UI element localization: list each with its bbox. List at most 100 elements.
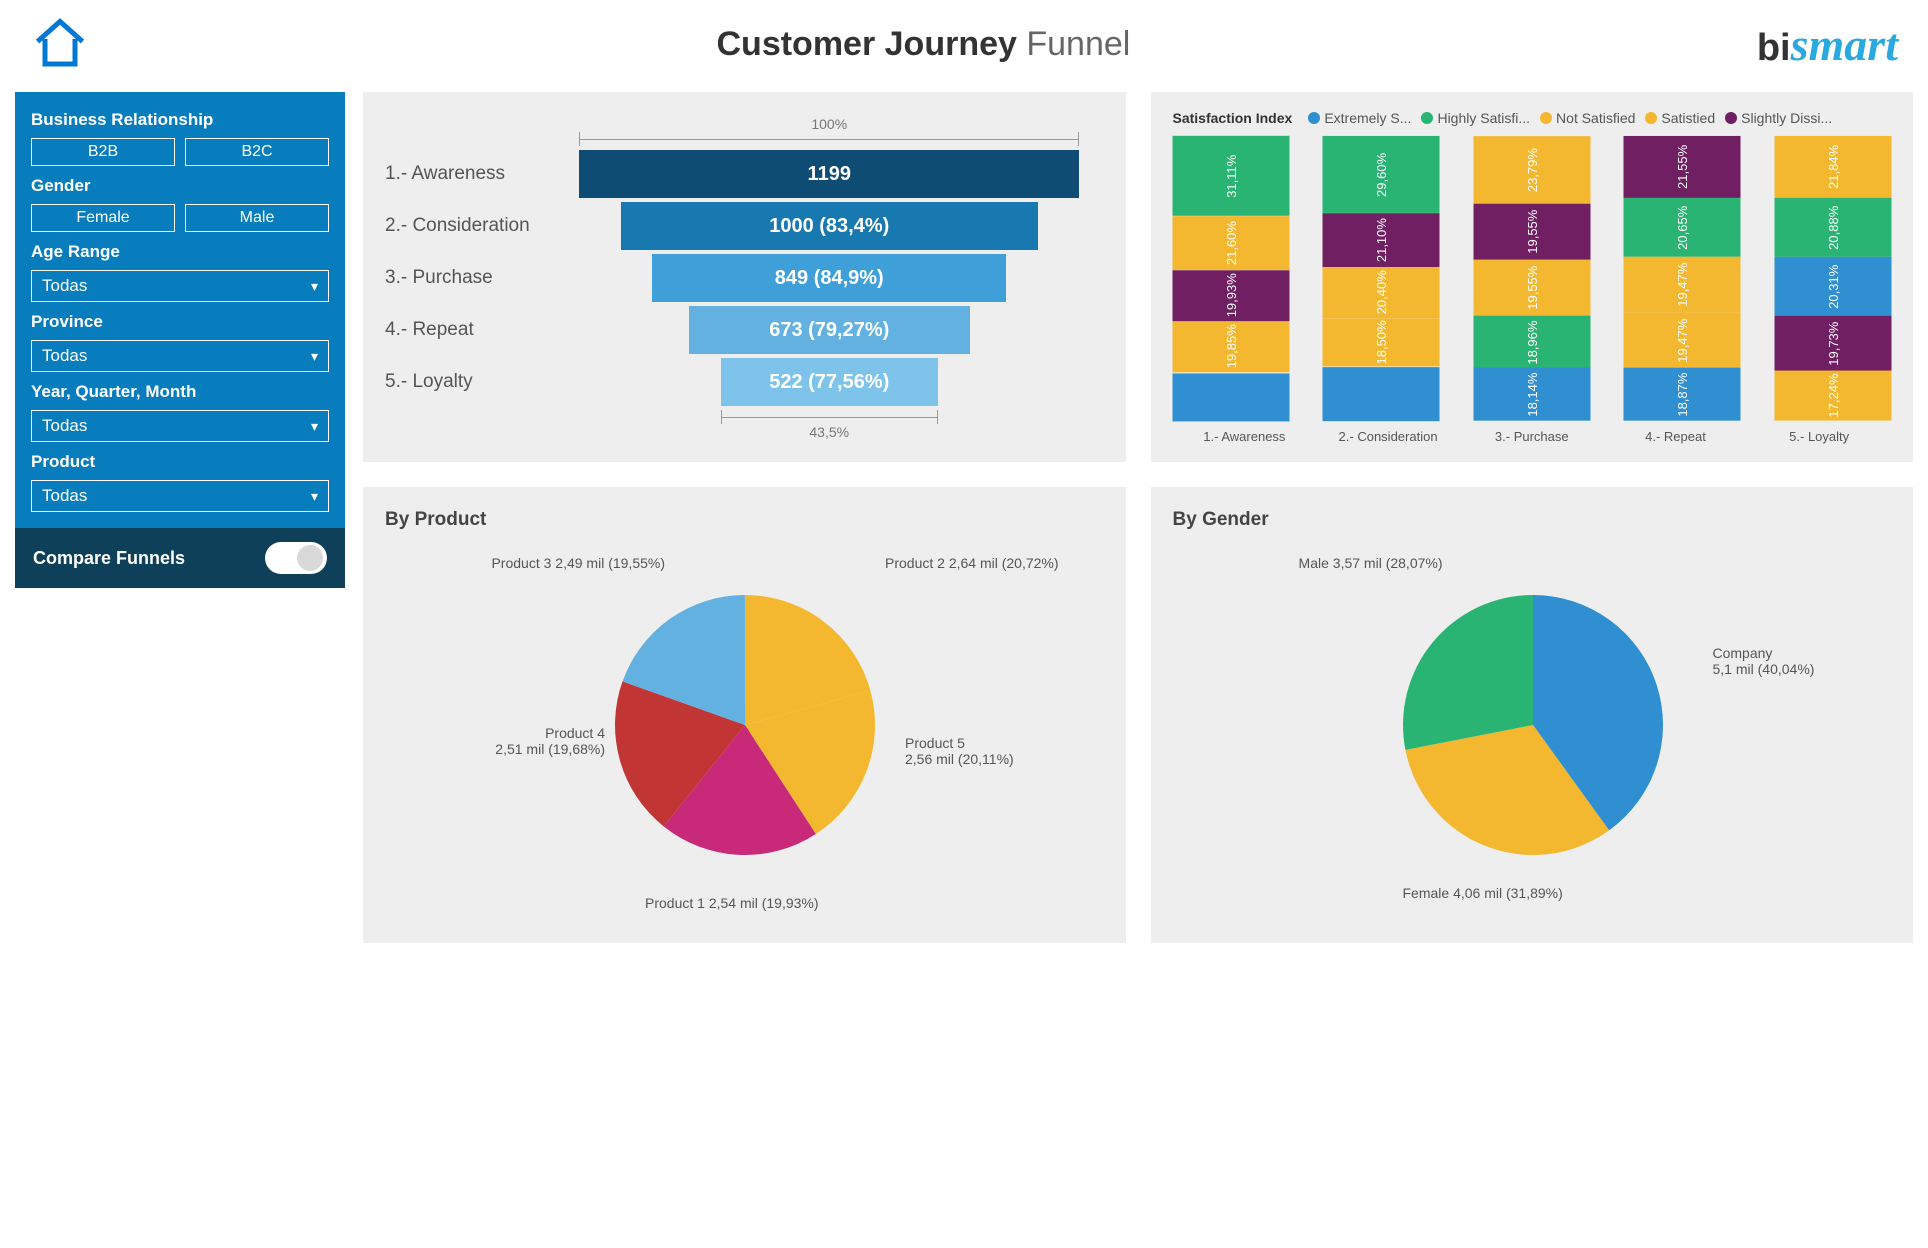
chevron-down-icon: ▾ — [311, 418, 318, 435]
filter-sidebar: Business Relationship B2B B2C Gender Fem… — [15, 92, 345, 588]
pie-slice-label: Product 1 2,54 mil (19,93%) — [645, 895, 819, 911]
funnel-row-1[interactable]: 2.- Consideration 1000 (83,4%) — [385, 202, 1104, 250]
ribbon-segment: 18,14% — [1474, 368, 1591, 421]
select-yqm[interactable]: Todas▾ — [31, 410, 329, 442]
ribbon-segment: 21,10% — [1323, 213, 1440, 267]
ribbon-segment: 20,88% — [1775, 198, 1892, 257]
pie-gender-title: By Gender — [1173, 509, 1892, 531]
funnel-stage-label: 4.- Repeat — [385, 319, 555, 341]
ribbon-segment: 31,11% — [1173, 136, 1290, 216]
filter-btn-b2c[interactable]: B2C — [185, 138, 329, 166]
funnel-row-0[interactable]: 1.- Awareness 1199 — [385, 150, 1104, 198]
ribbon-segment: 18,87% — [1624, 368, 1741, 421]
ribbon-axis-label: 2.- Consideration — [1316, 429, 1460, 444]
funnel-bar: 849 (84,9%) — [652, 254, 1006, 302]
pie-product-chart[interactable]: Product 2 2,64 mil (20,72%) Product 52,56… — [385, 545, 1104, 925]
compare-funnels-toggle[interactable] — [265, 542, 327, 574]
chevron-down-icon: ▾ — [311, 278, 318, 295]
ribbon-axis-label: 3.- Purchase — [1460, 429, 1604, 444]
pie-product-title: By Product — [385, 509, 1104, 531]
legend-item[interactable]: Extremely S... — [1308, 110, 1411, 126]
funnel-bar: 1000 (83,4%) — [621, 202, 1038, 250]
pie-product-card: By Product Product 2 2,64 mil (20,72%)Pr… — [363, 487, 1126, 943]
ribbon-segment: 29,60% — [1323, 136, 1440, 213]
ribbon-axis-label: 4.- Repeat — [1604, 429, 1748, 444]
ribbon-axis-label: 5.- Loyalty — [1747, 429, 1891, 444]
ribbon-segment: 23,79% — [1474, 136, 1591, 204]
select-province[interactable]: Todas▾ — [31, 340, 329, 372]
chevron-down-icon: ▾ — [311, 488, 318, 505]
filter-btn-b2b[interactable]: B2B — [31, 138, 175, 166]
filter-btn-female[interactable]: Female — [31, 204, 175, 232]
page-title: Customer Journey Funnel — [90, 25, 1757, 64]
pie-slice-label: Company5,1 mil (40,04%) — [1713, 645, 1815, 677]
ribbon-axis-label: 1.- Awareness — [1173, 429, 1317, 444]
ribbon-segment: 17,24% — [1775, 371, 1892, 421]
pie-slice-label: Product 52,56 mil (20,11%) — [905, 735, 1014, 767]
select-product[interactable]: Todas▾ — [31, 480, 329, 512]
ribbon-segment: 18,96% — [1474, 316, 1591, 369]
ribbon-column-2[interactable]: 23,79%19,55%19,55%18,96%18,14% — [1474, 136, 1591, 421]
funnel-stage-label: 3.- Purchase — [385, 267, 555, 289]
select-age-range[interactable]: Todas▾ — [31, 270, 329, 302]
pie-gender-chart[interactable]: Company5,1 mil (40,04%) Female 4,06 mil (… — [1173, 545, 1892, 925]
ribbon-segment: 20,65% — [1624, 198, 1741, 257]
logo: bismart — [1757, 18, 1898, 71]
ribbon-segment: 18,50% — [1323, 318, 1440, 366]
funnel-top-label: 100% — [555, 116, 1104, 132]
legend-item[interactable]: Slightly Dissi... — [1725, 110, 1832, 126]
ribbon-segment: 21,55% — [1624, 136, 1741, 198]
filter-title-business: Business Relationship — [31, 110, 329, 130]
header: Customer Journey Funnel bismart — [0, 0, 1928, 74]
ribbon-segment: 19,47% — [1624, 257, 1741, 313]
pie-gender-card: By Gender Company5,1 mil (40,04%) Female … — [1151, 487, 1914, 943]
ribbon-column-3[interactable]: 21,55%20,65%19,47%19,47%18,87% — [1624, 136, 1741, 421]
filter-title-product: Product — [31, 452, 329, 472]
pie-slice-label: Female 4,06 mil (31,89%) — [1403, 885, 1563, 901]
ribbon-segment — [1323, 367, 1440, 421]
funnel-card: 100% 1.- Awareness 11992.- Consideration … — [363, 92, 1126, 462]
pie-slice-label: Male 3,57 mil (28,07%) — [1243, 555, 1443, 571]
ribbon-segment: 19,85% — [1173, 321, 1290, 372]
filter-title-gender: Gender — [31, 176, 329, 196]
satisfaction-card: Satisfaction IndexExtremely S...Highly S… — [1151, 92, 1914, 462]
ribbon-segment: 21,60% — [1173, 216, 1290, 270]
ribbon-segment: 19,55% — [1474, 260, 1591, 316]
ribbon-column-1[interactable]: 29,60%21,10%20,40%18,50% — [1323, 136, 1440, 421]
ribbon-segment: 19,93% — [1173, 270, 1290, 321]
satisfaction-ribbon-chart[interactable]: 31,11%21,60%19,93%19,85% 29,60%21,10%20,4… — [1173, 136, 1892, 421]
funnel-stage-label: 2.- Consideration — [385, 215, 555, 237]
legend-item[interactable]: Satistied — [1645, 110, 1715, 126]
funnel-stage-label: 1.- Awareness — [385, 163, 555, 185]
ribbon-segment: 20,31% — [1775, 257, 1892, 316]
pie-slice-label: Product 3 2,49 mil (19,55%) — [465, 555, 665, 571]
filter-title-age: Age Range — [31, 242, 329, 262]
chevron-down-icon: ▾ — [311, 348, 318, 365]
funnel-bar: 522 (77,56%) — [721, 358, 939, 406]
filter-btn-male[interactable]: Male — [185, 204, 329, 232]
filter-title-yqm: Year, Quarter, Month — [31, 382, 329, 402]
legend-item[interactable]: Not Satisfied — [1540, 110, 1635, 126]
funnel-stage-label: 5.- Loyalty — [385, 371, 555, 393]
funnel-row-4[interactable]: 5.- Loyalty 522 (77,56%) — [385, 358, 1104, 406]
home-icon[interactable] — [30, 14, 90, 74]
satisfaction-legend: Satisfaction IndexExtremely S...Highly S… — [1173, 110, 1892, 126]
funnel-row-3[interactable]: 4.- Repeat 673 (79,27%) — [385, 306, 1104, 354]
ribbon-segment: 19,47% — [1624, 313, 1741, 369]
pie-slice[interactable] — [1403, 595, 1533, 750]
compare-funnels-label: Compare Funnels — [33, 548, 185, 569]
ribbon-segment: 19,73% — [1775, 316, 1892, 372]
ribbon-segment — [1173, 373, 1290, 421]
compare-funnels-row: Compare Funnels — [15, 528, 345, 588]
funnel-bar: 673 (79,27%) — [689, 306, 970, 354]
legend-item[interactable]: Highly Satisfi... — [1421, 110, 1530, 126]
filter-title-province: Province — [31, 312, 329, 332]
ribbon-column-4[interactable]: 21,84%20,88%20,31%19,73%17,24% — [1775, 136, 1892, 421]
pie-slice-label: Product 42,51 mil (19,68%) — [445, 725, 605, 757]
funnel-bottom-label: 43,5% — [555, 424, 1104, 440]
funnel-bar: 1199 — [579, 150, 1079, 198]
funnel-row-2[interactable]: 3.- Purchase 849 (84,9%) — [385, 254, 1104, 302]
ribbon-segment: 21,84% — [1775, 136, 1892, 198]
pie-slice-label: Product 2 2,64 mil (20,72%) — [885, 555, 1059, 571]
ribbon-column-0[interactable]: 31,11%21,60%19,93%19,85% — [1173, 136, 1290, 421]
